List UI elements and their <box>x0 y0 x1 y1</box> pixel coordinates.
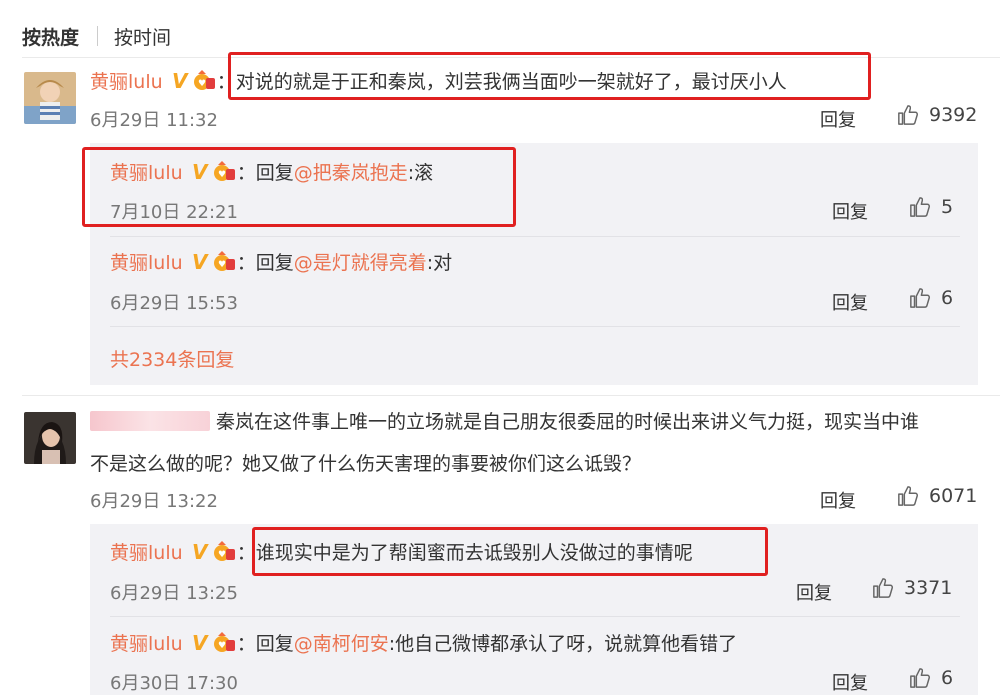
avatar[interactable] <box>24 72 76 124</box>
comment-text-line2: 不是这么做的呢？她又做了什么伤天害理的事要被你们这么诋毁？ <box>90 453 642 475</box>
thumbs-up-icon <box>910 668 931 688</box>
reply-timestamp: 6月30日 17:30 <box>110 673 238 694</box>
like-button[interactable]: 6071 <box>897 485 977 507</box>
sort-by-hot-tab[interactable]: 按热度 <box>22 23 79 50</box>
username-link[interactable]: 黄骊lulu <box>110 633 183 655</box>
highlight-box <box>252 527 768 576</box>
vip-v-badge-icon: V <box>191 250 208 274</box>
comment-timestamp: 6月29日 11:32 <box>90 110 218 131</box>
fan-medal-icon: ♥ <box>213 251 235 271</box>
like-count: 6 <box>941 667 954 689</box>
like-button[interactable]: 9392 <box>897 104 977 126</box>
reply-body: 黄骊lulu V ♥ ：回复@是灯就得亮着:对 <box>110 244 452 281</box>
thumbs-up-icon <box>910 288 931 308</box>
thumbs-up-icon <box>898 486 919 506</box>
thumbs-up-icon <box>873 578 894 598</box>
reply-body: 黄骊lulu V ♥ ：回复@南柯何安:他自己微博都承认了呀，说就算他看错了 <box>110 625 737 662</box>
reply-text: :对 <box>426 252 453 274</box>
blurred-username <box>90 411 210 431</box>
username-link[interactable]: 黄骊lulu <box>110 252 183 274</box>
svg-text:♥: ♥ <box>218 260 226 270</box>
svg-text:♥: ♥ <box>198 79 206 89</box>
like-count: 3371 <box>904 577 953 599</box>
like-button[interactable]: 3371 <box>872 577 952 599</box>
avatar[interactable] <box>24 412 76 464</box>
sort-bar: 按热度 按时间 <box>22 20 171 52</box>
mention-link[interactable]: @南柯何安 <box>294 633 389 655</box>
reply-prefix: ：回复 <box>236 252 294 274</box>
reply-button[interactable]: 回复 <box>832 289 868 315</box>
comment-text-line1: 秦岚在这件事上唯一的立场就是自己朋友很委屈的时候出来讲义气力挺，现实当中谁 <box>216 411 920 433</box>
svg-text:♥: ♥ <box>218 641 226 651</box>
fan-medal-icon: ♥ <box>213 632 235 652</box>
reply-timestamp: 6月29日 15:53 <box>110 293 238 314</box>
fan-medal-icon: ♥ <box>193 70 215 90</box>
like-count: 6071 <box>929 485 978 507</box>
vip-v-badge-icon: V <box>171 69 188 93</box>
like-count: 9392 <box>929 104 978 126</box>
username-link[interactable]: 黄骊lulu <box>90 71 163 93</box>
reply-divider <box>110 236 960 237</box>
vip-v-badge-icon: V <box>191 631 208 655</box>
thumbs-up-icon <box>910 197 931 217</box>
mention-link[interactable]: @是灯就得亮着 <box>294 252 427 274</box>
reply-divider <box>110 326 960 327</box>
comment-body: 秦岚在这件事上唯一的立场就是自己朋友很委屈的时候出来讲义气力挺，现实当中谁 <box>90 404 919 440</box>
username-link[interactable]: 黄骊lulu <box>110 542 183 564</box>
reply-button[interactable]: 回复 <box>832 669 868 695</box>
reply-button[interactable]: 回复 <box>820 487 856 513</box>
reply-divider <box>110 616 960 617</box>
like-button[interactable]: 6 <box>909 287 953 309</box>
thumbs-up-icon <box>898 105 919 125</box>
fan-medal-icon: ♥ <box>213 541 235 561</box>
reply-button[interactable]: 回复 <box>832 198 868 224</box>
sort-by-time-tab[interactable]: 按时间 <box>114 23 171 50</box>
sort-divider <box>97 26 99 46</box>
reply-prefix: ：回复 <box>236 633 294 655</box>
reply-text: :他自己微博都承认了呀，说就算他看错了 <box>388 633 738 655</box>
reply-timestamp: 6月29日 13:25 <box>110 583 238 604</box>
highlight-box <box>228 52 871 100</box>
reply-timestamp: 7月10日 22:21 <box>110 202 238 223</box>
comment-timestamp: 6月29日 13:22 <box>90 491 218 512</box>
view-more-replies-link[interactable]: 共2334条回复 <box>110 345 234 372</box>
reply-button[interactable]: 回复 <box>796 579 832 605</box>
comment-divider <box>22 395 1000 396</box>
comment-body-continued: 不是这么做的呢？她又做了什么伤天害理的事要被你们这么诋毁？ <box>90 446 641 482</box>
like-count: 5 <box>941 196 954 218</box>
vip-v-badge-icon: V <box>191 540 208 564</box>
reply-button[interactable]: 回复 <box>820 106 856 132</box>
svg-text:♥: ♥ <box>218 550 226 560</box>
like-button[interactable]: 5 <box>909 196 953 218</box>
like-button[interactable]: 6 <box>909 667 953 689</box>
avatar-image <box>24 72 76 124</box>
avatar-image <box>24 412 76 464</box>
like-count: 6 <box>941 287 954 309</box>
